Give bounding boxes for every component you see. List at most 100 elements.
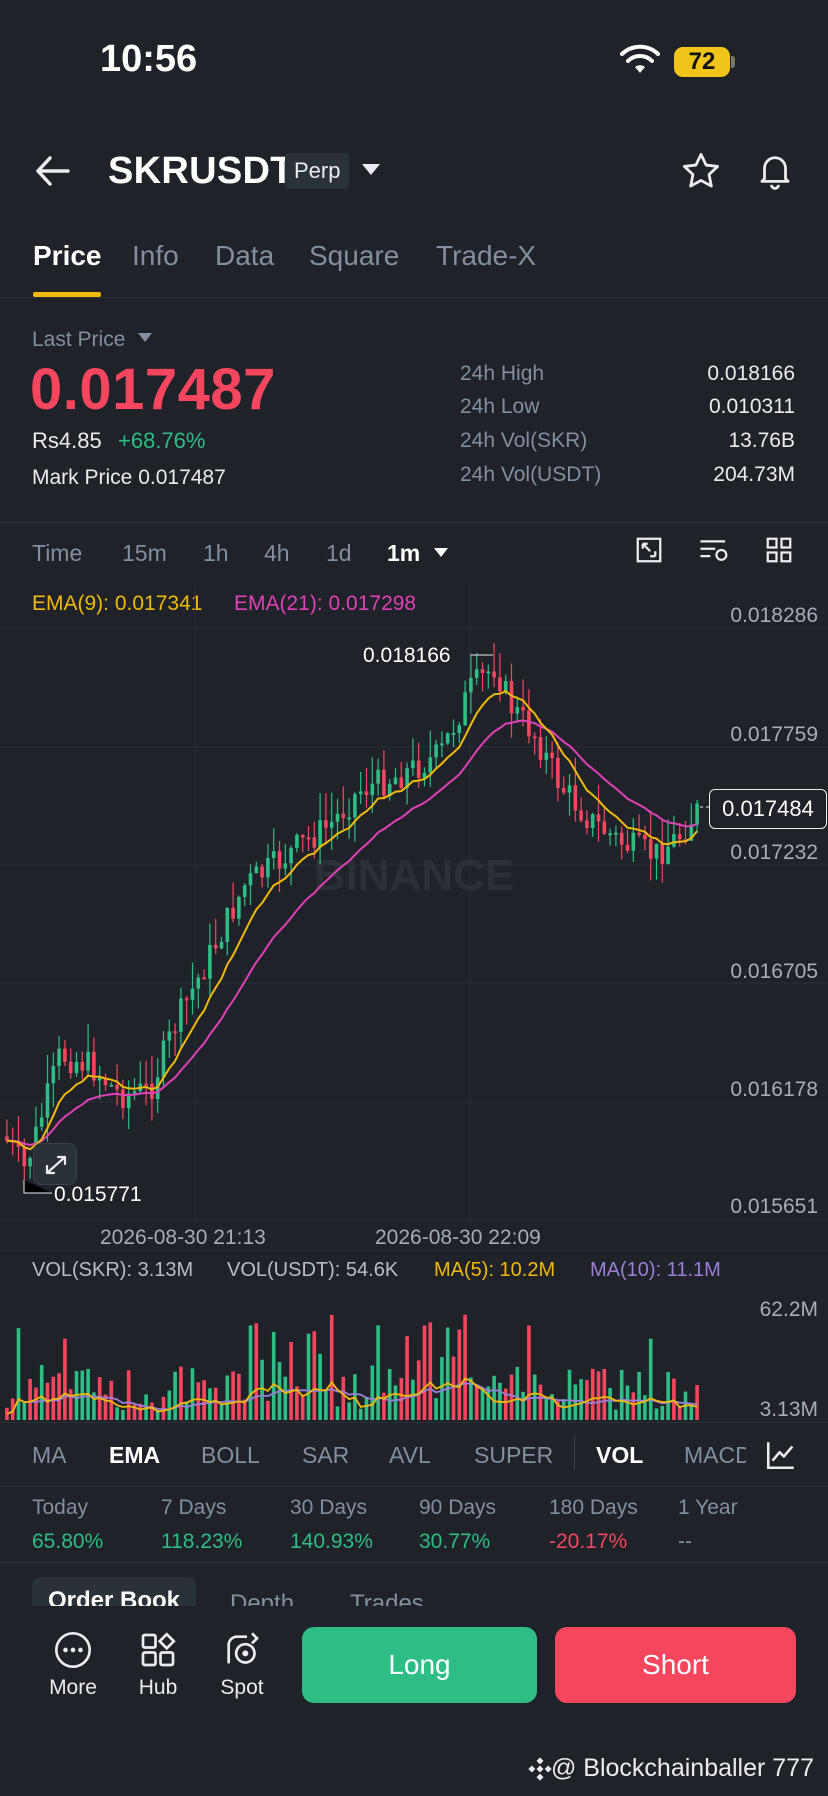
stat-24h-low-label: 24h Low bbox=[460, 395, 540, 418]
volume-bar bbox=[689, 1405, 694, 1420]
candle-body bbox=[573, 785, 578, 811]
volume-bar bbox=[271, 1331, 276, 1420]
vol-skr-legend: VOL(SKR): 3.13M bbox=[32, 1259, 194, 1281]
bell-icon[interactable] bbox=[754, 148, 796, 192]
candle-body bbox=[440, 743, 444, 746]
interval-1h[interactable]: 1h bbox=[203, 540, 229, 567]
candlestick-chart[interactable]: BINANCE bbox=[0, 585, 828, 1225]
volume-bar bbox=[312, 1331, 317, 1420]
more-label[interactable]: More bbox=[43, 1676, 103, 1700]
price-divider bbox=[0, 522, 828, 523]
indicator-boll[interactable]: BOLL bbox=[201, 1442, 260, 1469]
candle-body bbox=[63, 1048, 67, 1062]
candle-body bbox=[225, 907, 230, 942]
back-arrow-icon[interactable] bbox=[34, 154, 72, 188]
tab-square[interactable]: Square bbox=[309, 240, 399, 272]
interval-1d[interactable]: 1d bbox=[326, 540, 352, 567]
price-change-percent: +68.76% bbox=[118, 428, 206, 453]
indicator-ema[interactable]: EMA bbox=[109, 1442, 160, 1469]
indicator-avl[interactable]: AVL bbox=[389, 1442, 431, 1469]
volume-bar bbox=[347, 1402, 351, 1420]
volume-bar bbox=[573, 1384, 578, 1420]
indicator-sar[interactable]: SAR bbox=[302, 1442, 349, 1469]
candle-body bbox=[660, 843, 665, 865]
last-price-dropdown-icon bbox=[138, 333, 153, 342]
candle-body bbox=[399, 777, 404, 789]
candle-body bbox=[57, 1048, 61, 1066]
short-button[interactable]: Short bbox=[555, 1627, 796, 1703]
stat-24h-low-value: 0.010311 bbox=[708, 395, 795, 418]
candle-body bbox=[161, 1040, 166, 1078]
interval-4h[interactable]: 4h bbox=[264, 540, 290, 567]
volume-bar bbox=[306, 1333, 311, 1420]
candle-body bbox=[242, 885, 247, 898]
indicator-divider bbox=[0, 1486, 828, 1487]
indicator-settings-button[interactable] bbox=[746, 1432, 828, 1478]
indicator-macd[interactable]: MACD bbox=[684, 1442, 746, 1469]
hub-icon[interactable] bbox=[138, 1630, 178, 1670]
candle-body bbox=[283, 863, 288, 869]
last-price-label[interactable]: Last Price bbox=[32, 328, 153, 352]
star-icon[interactable] bbox=[680, 150, 722, 192]
fullscreen-button[interactable] bbox=[33, 1143, 77, 1185]
candle-body bbox=[666, 846, 670, 865]
tab-trade-x[interactable]: Trade-X bbox=[436, 240, 536, 272]
candle-body bbox=[469, 677, 473, 693]
indicator-super[interactable]: SUPER bbox=[474, 1442, 553, 1469]
chart-grid bbox=[0, 585, 828, 1225]
volume-bar bbox=[237, 1373, 241, 1420]
long-button[interactable]: Long bbox=[302, 1627, 537, 1703]
volume-bar bbox=[631, 1392, 636, 1420]
candle-body bbox=[219, 941, 224, 949]
x-tick: 2026-08-30 21:13 bbox=[100, 1226, 266, 1249]
perf-value-1y: -- bbox=[678, 1530, 692, 1553]
volume-bar bbox=[300, 1394, 305, 1420]
candle-body bbox=[277, 851, 282, 869]
volume-bar bbox=[115, 1407, 119, 1420]
indicator-ma[interactable]: MA bbox=[32, 1442, 67, 1469]
spot-label[interactable]: Spot bbox=[212, 1676, 272, 1700]
interval-15m[interactable]: 15m bbox=[122, 540, 167, 567]
volume-bar bbox=[521, 1391, 525, 1420]
interval-1m[interactable]: 1m bbox=[387, 540, 449, 567]
volume-bar bbox=[428, 1322, 433, 1420]
candle-body bbox=[28, 1158, 32, 1167]
volume-bar bbox=[184, 1401, 189, 1420]
candle-body bbox=[237, 897, 241, 919]
volume-bar bbox=[463, 1314, 467, 1420]
volume-bar bbox=[213, 1387, 218, 1420]
stat-24h-high-value: 0.018166 bbox=[707, 362, 795, 385]
tab-data[interactable]: Data bbox=[215, 240, 274, 272]
chart-settings-icon[interactable] bbox=[698, 535, 730, 565]
chevron-down-icon[interactable] bbox=[360, 162, 382, 178]
tab-info[interactable]: Info bbox=[132, 240, 179, 272]
symbol-title[interactable]: SKRUSDT bbox=[108, 150, 294, 193]
more-icon[interactable] bbox=[53, 1630, 93, 1670]
interval-time[interactable]: Time bbox=[32, 540, 82, 567]
candle-body bbox=[318, 820, 322, 848]
candle-body bbox=[474, 669, 479, 678]
grid-layout-icon[interactable] bbox=[764, 535, 794, 565]
hub-label[interactable]: Hub bbox=[128, 1676, 188, 1700]
tab-price[interactable]: Price bbox=[33, 240, 102, 272]
volume-bars bbox=[5, 1314, 699, 1420]
ema9-line bbox=[6, 690, 698, 1151]
candle-body bbox=[179, 998, 183, 1032]
volume-bar bbox=[619, 1369, 624, 1420]
candle-body bbox=[654, 843, 659, 859]
candle-body bbox=[695, 803, 699, 825]
candle-body bbox=[590, 814, 595, 829]
candle-body bbox=[637, 832, 641, 835]
candle-body bbox=[121, 1089, 125, 1109]
volume-bar bbox=[637, 1371, 641, 1420]
volume-bar bbox=[289, 1342, 293, 1420]
y-tick: 0.017232 bbox=[730, 841, 818, 864]
candle-body bbox=[132, 1091, 137, 1094]
y-tick: 0.017759 bbox=[730, 723, 818, 746]
indicator-vol[interactable]: VOL bbox=[596, 1442, 643, 1469]
spot-icon[interactable] bbox=[222, 1630, 262, 1670]
battery-tip bbox=[731, 56, 735, 68]
chart-expand-icon[interactable] bbox=[634, 535, 664, 565]
candle-body bbox=[527, 710, 531, 737]
volume-bar bbox=[254, 1323, 259, 1420]
